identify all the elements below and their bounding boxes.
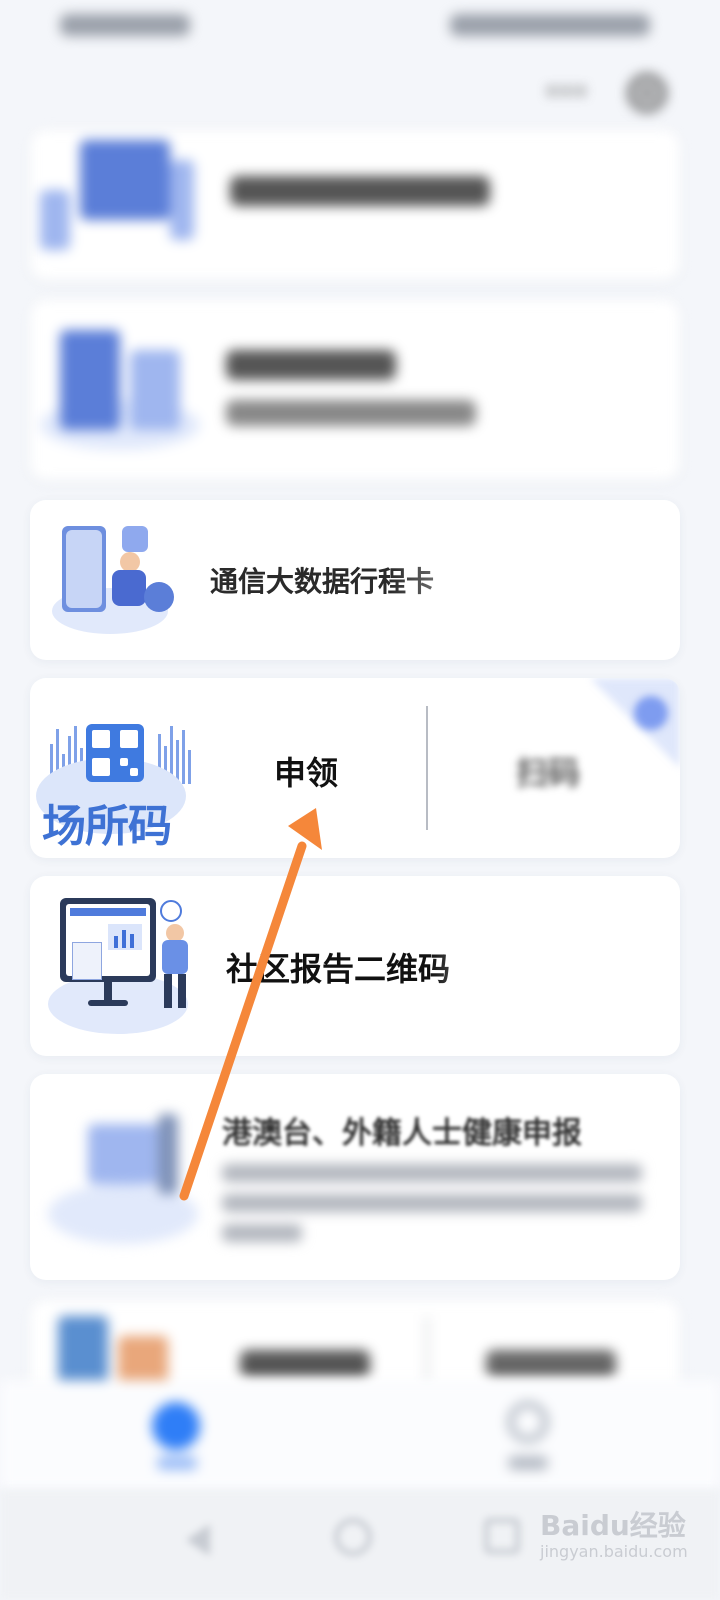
back-icon[interactable]: [186, 1524, 210, 1556]
trip-card-illustration: [48, 522, 188, 640]
service-card-1[interactable]: [30, 130, 680, 280]
card-divider: [426, 706, 428, 830]
community-report-label: 社区报告二维码: [226, 950, 451, 988]
card-1-illustration: [40, 140, 210, 260]
watermark-logo: Baidu经验: [540, 1509, 686, 1542]
card-2-illustration: [40, 320, 210, 460]
home-tab-icon[interactable]: [152, 1402, 200, 1450]
hmt-subtitle-line-1: [222, 1164, 642, 1182]
card-7-left-label-blurred: [240, 1350, 370, 1378]
community-report-illustration: [48, 894, 208, 1039]
service-card-2[interactable]: [30, 300, 680, 480]
trip-card[interactable]: 通信大数据行程卡: [30, 500, 680, 660]
hmt-illustration: [48, 1114, 208, 1254]
hmt-health-card[interactable]: 港澳台、外籍人士健康申报: [30, 1074, 680, 1280]
profile-tab-icon[interactable]: [508, 1402, 548, 1442]
venue-code-logo-text: 场所码: [42, 801, 172, 852]
hmt-subtitle-line-3: [222, 1224, 302, 1242]
hmt-card-label: 港澳台、外籍人士健康申报: [222, 1116, 582, 1151]
watermark-url: jingyan.baidu.com: [540, 1542, 688, 1561]
status-bar: [0, 0, 720, 50]
qr-code-icon: [86, 724, 144, 782]
profile-tab-label[interactable]: [508, 1456, 548, 1470]
community-report-card[interactable]: 社区报告二维码: [30, 876, 680, 1056]
bottom-tab-bar: [0, 1380, 720, 1490]
apply-button[interactable]: 申领: [274, 748, 338, 794]
card-2-title-blurred: [226, 350, 396, 380]
recent-apps-icon[interactable]: [484, 1518, 520, 1554]
card-2-subtitle-blurred: [226, 400, 476, 426]
scan-button[interactable]: 扫码: [516, 748, 580, 794]
card-1-title-blurred: [230, 176, 490, 206]
status-right-icons: [450, 14, 650, 36]
home-icon[interactable]: [334, 1518, 372, 1556]
venue-code-logo: 场所码: [36, 694, 196, 852]
status-left-icons: [60, 14, 190, 36]
app-header: •••: [0, 60, 720, 120]
miniapp-close-icon[interactable]: [628, 74, 666, 112]
corner-decoration: [590, 678, 680, 768]
home-tab-label[interactable]: [157, 1456, 197, 1470]
more-icon[interactable]: •••: [545, 78, 587, 106]
venue-code-card: 场所码 申领 扫码: [30, 678, 680, 858]
hmt-subtitle-line-2: [222, 1194, 642, 1212]
card-7-right-label-blurred: [486, 1350, 616, 1378]
corner-badge-icon: [634, 696, 668, 730]
